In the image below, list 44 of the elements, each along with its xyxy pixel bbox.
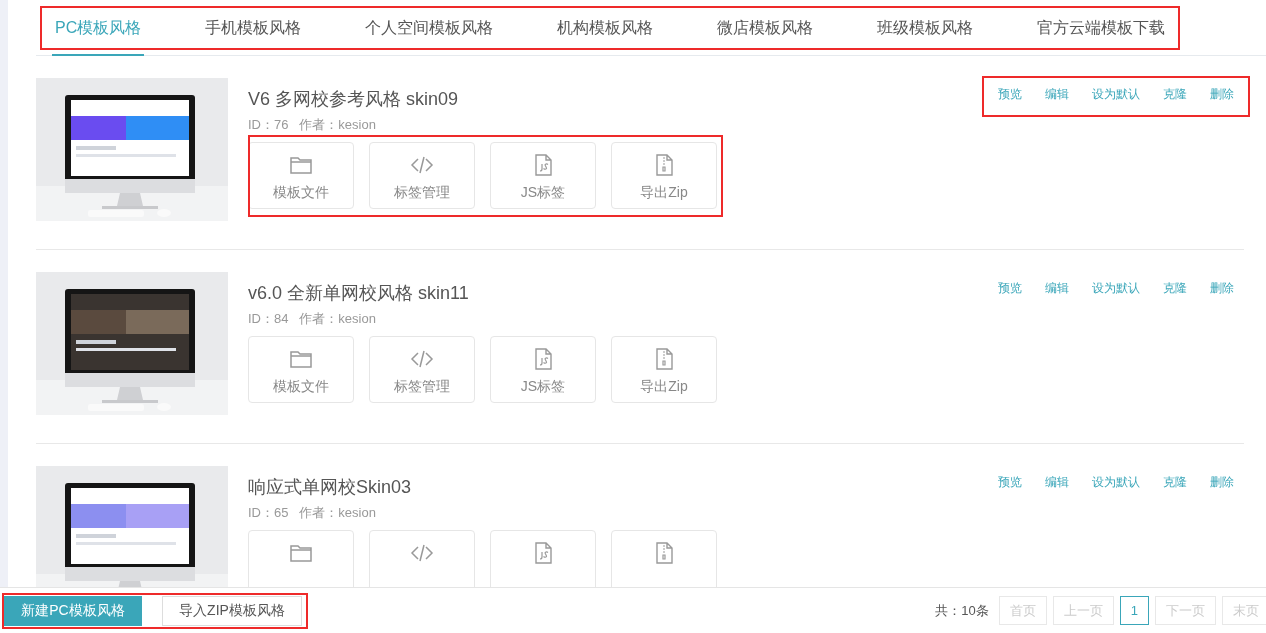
action-link[interactable]: 编辑 <box>1045 280 1069 297</box>
action-link[interactable]: 预览 <box>998 86 1022 103</box>
tab[interactable]: PC模板风格 <box>40 0 157 55</box>
tool-button[interactable]: 导出Zip <box>611 336 717 403</box>
tab[interactable]: 个人空间模板风格 <box>350 0 509 55</box>
tool-button[interactable]: 导出Zip <box>611 142 717 209</box>
tool-button[interactable] <box>369 530 475 587</box>
action-link[interactable]: 删除 <box>1210 474 1234 491</box>
action-link[interactable]: 删除 <box>1210 86 1234 103</box>
template-title: v6.0 全新单网校风格 skin11 <box>248 282 470 305</box>
template-meta: ID：84 作者：kesion <box>248 310 377 328</box>
tab[interactable]: 微店模板风格 <box>702 0 829 55</box>
tool-button[interactable] <box>490 530 596 587</box>
tool-button[interactable]: 模板文件 <box>248 336 354 403</box>
tab[interactable]: 班级模板风格 <box>862 0 989 55</box>
template-title: V6 多网校参考风格 skin09 <box>248 88 460 111</box>
action-link[interactable]: 预览 <box>998 474 1022 491</box>
import-button[interactable]: 导入ZIP模板风格 <box>162 595 302 626</box>
tab[interactable]: 官方云端模板下载 <box>1022 0 1181 55</box>
page-button[interactable]: 1 <box>1119 596 1149 625</box>
action-link[interactable]: 删除 <box>1210 280 1234 297</box>
template-meta: ID：65 作者：kesion <box>248 504 377 522</box>
tab[interactable]: 手机模板风格 <box>190 0 317 55</box>
action-link[interactable]: 设为默认 <box>1092 280 1140 297</box>
action-link[interactable]: 克隆 <box>1163 280 1187 297</box>
tool-button[interactable]: 模板文件 <box>248 142 354 209</box>
tab[interactable]: 机构模板风格 <box>542 0 669 55</box>
tool-button[interactable]: 标签管理 <box>369 142 475 209</box>
total-count: 共：10条 <box>935 601 989 620</box>
action-link[interactable]: 预览 <box>998 280 1022 297</box>
template-meta: ID：76 作者：kesion <box>248 116 377 134</box>
tool-button[interactable] <box>248 530 354 587</box>
action-link[interactable]: 编辑 <box>1045 474 1069 491</box>
action-link[interactable]: 设为默认 <box>1092 474 1140 491</box>
action-link[interactable]: 克隆 <box>1163 474 1187 491</box>
tool-button[interactable]: 标签管理 <box>369 336 475 403</box>
action-link[interactable]: 设为默认 <box>1092 86 1140 103</box>
template-title: 响应式单网校Skin03 <box>248 476 413 499</box>
action-link[interactable]: 克隆 <box>1163 86 1187 103</box>
tool-button[interactable]: JS标签 <box>490 336 596 403</box>
action-link[interactable]: 编辑 <box>1045 86 1069 103</box>
create-button[interactable]: 新建PC模板风格 <box>4 595 142 626</box>
tool-button[interactable] <box>611 530 717 587</box>
tool-button[interactable]: JS标签 <box>490 142 596 209</box>
